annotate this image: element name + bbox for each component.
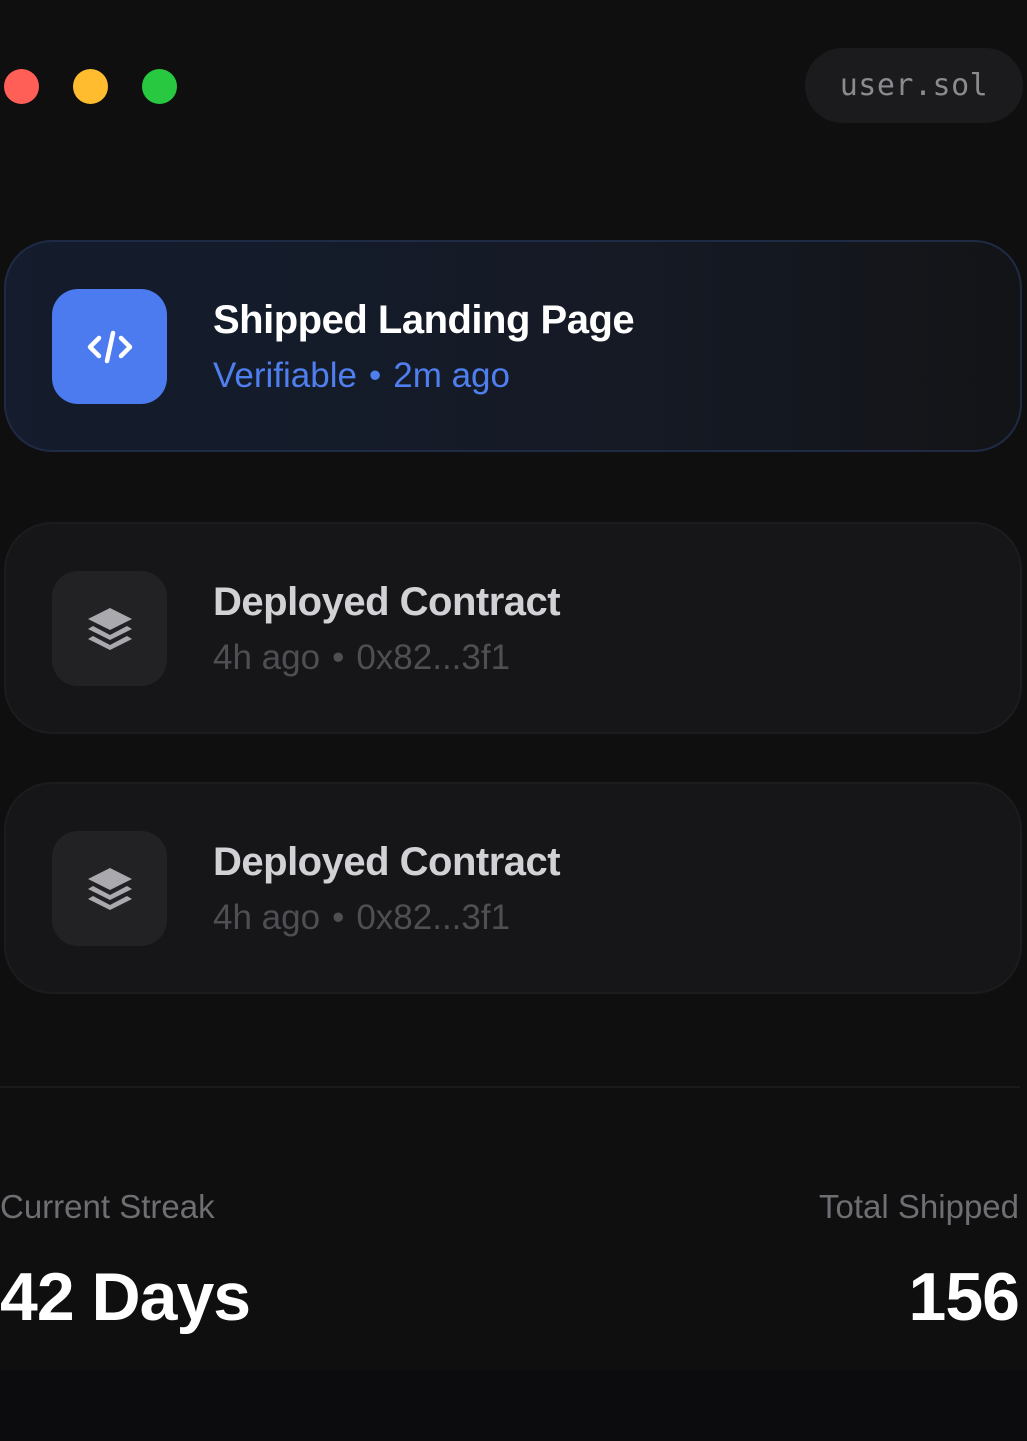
streak-label: Current Streak [0,1188,215,1225]
activity-meta: Verifiable • 2m ago [213,356,510,396]
activity-title: Deployed Contract [213,580,561,624]
activity-time: 4h ago [213,638,321,677]
activity-title: Deployed Contract [213,840,561,884]
activity-item[interactable]: Deployed Contract 4h ago • 0x82...3f1 [4,522,1022,734]
section-divider [0,1086,1020,1088]
activity-time: 2m ago [393,356,510,395]
shipped-value: 156 [908,1259,1020,1335]
close-window-button[interactable] [4,69,39,104]
minimize-window-button[interactable] [73,69,108,104]
contract-hash: 0x82...3f1 [356,638,511,677]
user-account-chip[interactable]: user.sol [805,48,1023,123]
activity-item[interactable]: Shipped Landing Page Verifiable • 2m ago [4,240,1022,452]
contract-hash: 0x82...3f1 [356,898,511,937]
activity-time: 4h ago [213,898,321,937]
activity-meta: 4h ago • 0x82...3f1 [213,638,510,678]
app-window: user.sol Shipped Landing Page Verifiable… [0,0,1027,1441]
activity-item[interactable]: Deployed Contract 4h ago • 0x82...3f1 [4,782,1022,994]
layers-icon [52,571,167,686]
streak-value: 42 Days [0,1259,251,1335]
layers-icon [52,831,167,946]
bottom-panel [0,1370,1027,1441]
activity-title: Shipped Landing Page [213,298,635,342]
window-controls [4,69,177,104]
activity-meta: 4h ago • 0x82...3f1 [213,898,510,938]
meta-separator: • [368,356,382,395]
meta-separator: • [332,898,345,937]
shipped-label: Total Shipped [819,1188,1019,1225]
meta-separator: • [332,638,345,677]
code-icon [52,289,167,404]
maximize-window-button[interactable] [142,69,177,104]
verifiable-status: Verifiable [213,356,357,395]
